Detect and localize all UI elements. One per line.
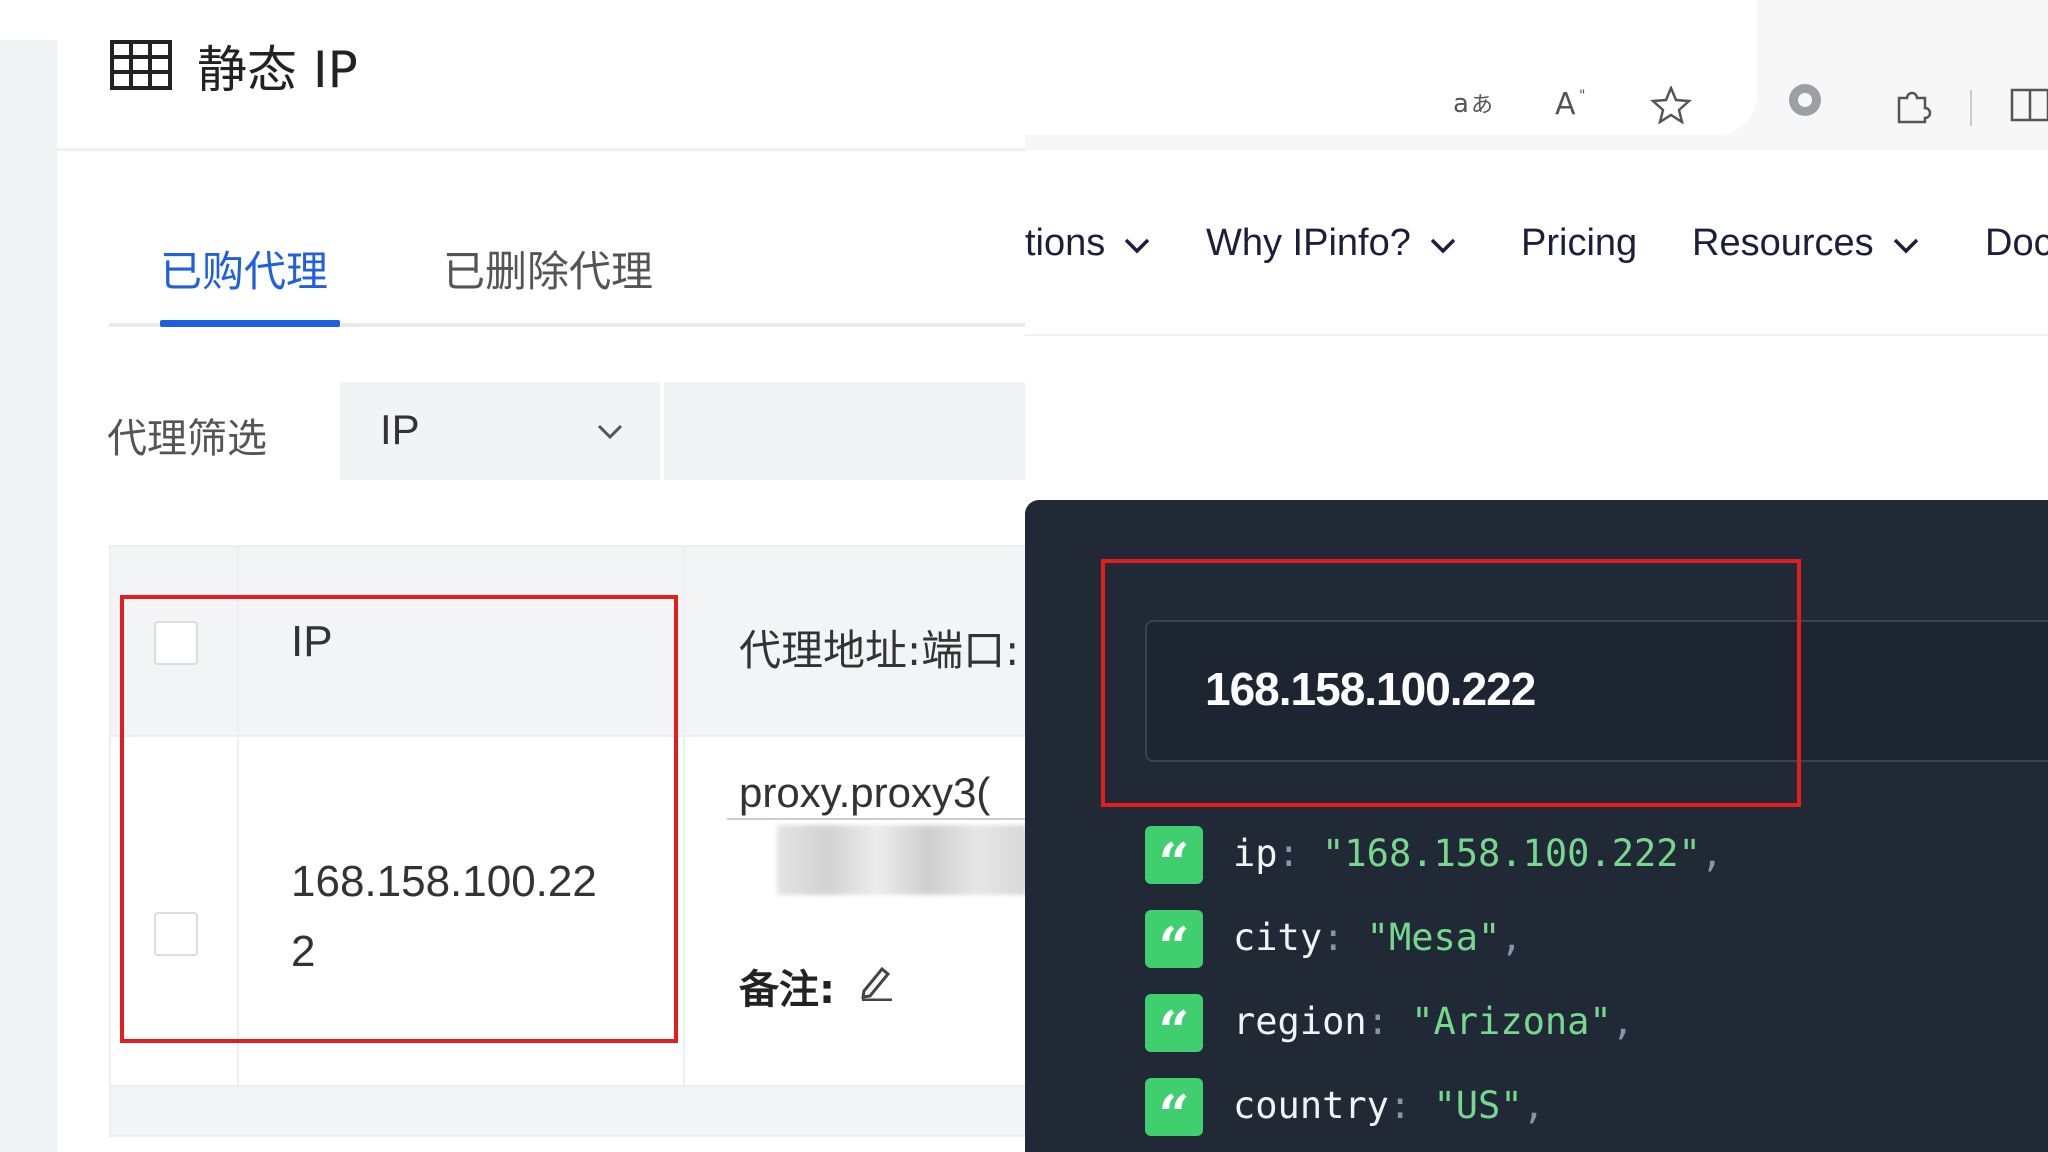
- browser-toolbar: aあ A ": [1025, 0, 2048, 150]
- nav-item-pricing[interactable]: Pricing: [1521, 222, 1637, 265]
- svg-text:あ: あ: [1471, 93, 1493, 118]
- note-label: 备注:: [739, 967, 835, 1013]
- tab-purchased-proxies[interactable]: 已购代理: [160, 238, 328, 299]
- toolbar-separator: [1970, 90, 1974, 134]
- pencil-edit-icon[interactable]: [856, 961, 896, 1006]
- highlight-box-table-ip: [120, 595, 678, 1043]
- left-sidebar-strip: [0, 40, 57, 1152]
- nav-item-resources[interactable]: Resources: [1692, 222, 1920, 265]
- filter-select-value: IP: [380, 406, 420, 453]
- table-footer: [111, 1085, 1025, 1135]
- proxy-filter-label: 代理筛选: [107, 416, 267, 462]
- tab-deleted-proxies[interactable]: 已删除代理: [443, 238, 653, 299]
- table-grid-icon: [110, 40, 172, 95]
- chevron-down-icon: [595, 416, 625, 451]
- puzzle-icon[interactable]: [1891, 86, 1935, 134]
- text-size-icon[interactable]: A ": [1553, 86, 1597, 128]
- nav-item-docs[interactable]: Doc: [1985, 222, 2048, 265]
- column-header-proxy-address: 代理地址:端口:: [739, 626, 1020, 675]
- nav-item-label: tions: [1025, 222, 1106, 264]
- proxy-address-divider: [727, 818, 1025, 820]
- json-key: region: [1233, 1000, 1367, 1043]
- page-header: 静态 IP: [57, 0, 1025, 151]
- proxy-filter-select[interactable]: IP: [340, 382, 660, 480]
- json-value: "Mesa": [1366, 916, 1501, 959]
- chevron-down-icon: [1125, 238, 1150, 254]
- json-key: city: [1233, 916, 1323, 959]
- proxy-filter-input[interactable]: [664, 382, 1025, 480]
- nav-item-label: Pricing: [1521, 222, 1638, 264]
- highlight-box-lookup-ip: [1101, 559, 1801, 807]
- address-bar-area: [1025, 0, 1757, 135]
- read-aloud-icon[interactable]: aあ: [1453, 86, 1497, 128]
- nav-item-label: Why IPinfo?: [1206, 222, 1411, 264]
- extension-icon[interactable]: [1783, 80, 1827, 128]
- chevron-down-icon: [1893, 238, 1918, 254]
- chevron-down-icon: [1430, 238, 1456, 254]
- nav-item-label: Doc: [1985, 222, 2048, 264]
- blurred-proxy-credentials: [777, 825, 1025, 895]
- favorite-star-icon[interactable]: [1649, 84, 1693, 132]
- json-value: "168.158.100.222": [1322, 832, 1701, 875]
- quote-icon: “: [1145, 910, 1203, 979]
- nav-item-why-ipinfo[interactable]: Why IPinfo?: [1206, 222, 1457, 265]
- svg-text:": ": [1579, 88, 1585, 104]
- svg-text:A: A: [1555, 87, 1576, 120]
- json-value: "US": [1433, 1084, 1523, 1127]
- active-tab-indicator: [160, 320, 340, 327]
- nav-item-solutions[interactable]: tions: [1025, 222, 1151, 265]
- svg-text:a: a: [1453, 89, 1469, 119]
- table-cell-proxy-address: proxy.proxy3(: [739, 769, 991, 816]
- quote-icon: “: [1145, 826, 1203, 895]
- json-key: country: [1233, 1084, 1389, 1127]
- nav-item-label: Resources: [1692, 222, 1874, 264]
- split-screen-icon[interactable]: [2010, 86, 2048, 134]
- json-value: "Arizona": [1411, 1000, 1612, 1043]
- quote-icon: “: [1145, 994, 1203, 1063]
- quote-icon: “: [1145, 1078, 1203, 1147]
- page-title: 静态 IP: [197, 41, 358, 99]
- column-divider: [683, 547, 685, 1085]
- json-key: ip: [1233, 832, 1278, 875]
